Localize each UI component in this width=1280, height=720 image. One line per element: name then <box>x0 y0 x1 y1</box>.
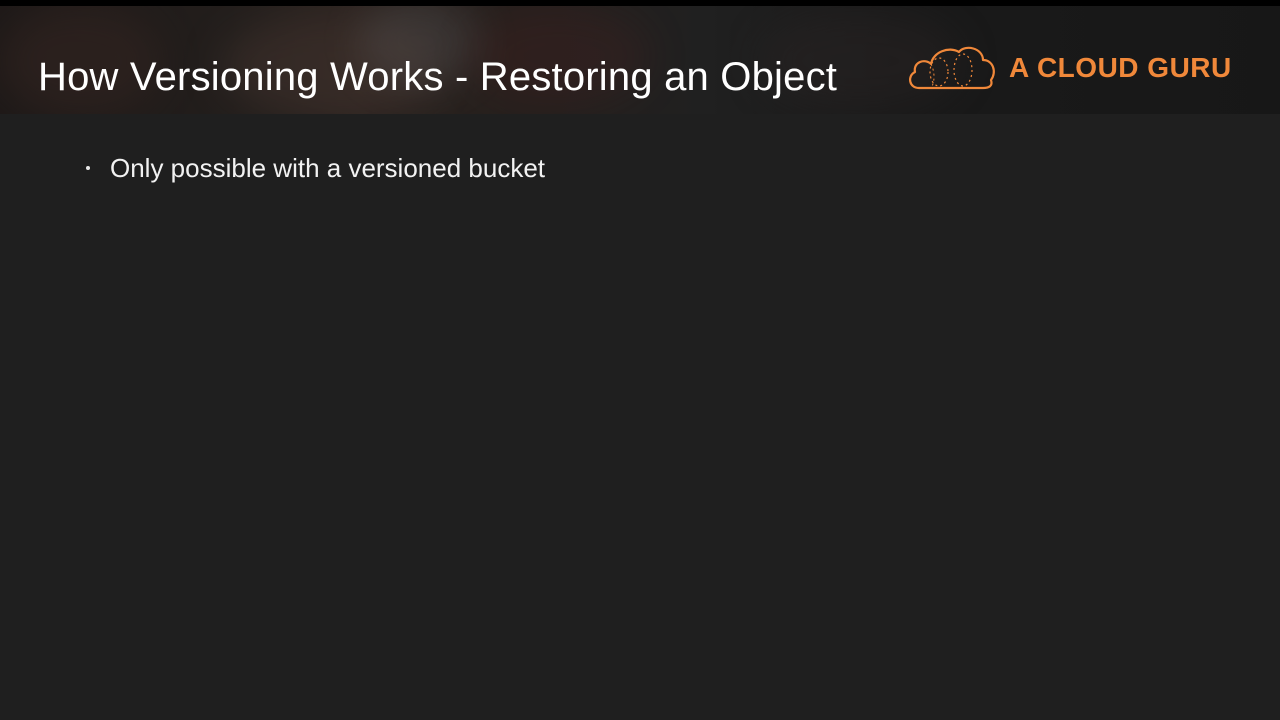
bullet-dot-icon <box>86 166 90 170</box>
cloud-logo-icon <box>909 46 995 90</box>
slide-title: How Versioning Works - Restoring an Obje… <box>38 55 838 99</box>
bullet-item: Only possible with a versioned bucket <box>80 150 1180 186</box>
bullet-text: Only possible with a versioned bucket <box>110 152 546 183</box>
slide-body: Only possible with a versioned bucket <box>80 150 1180 186</box>
slide: How Versioning Works - Restoring an Obje… <box>0 0 1280 720</box>
brand-logo-text: A CLOUD GURU <box>1009 52 1232 83</box>
brand-logo: A CLOUD GURU <box>905 42 1245 94</box>
slide-header: How Versioning Works - Restoring an Obje… <box>0 6 1280 114</box>
